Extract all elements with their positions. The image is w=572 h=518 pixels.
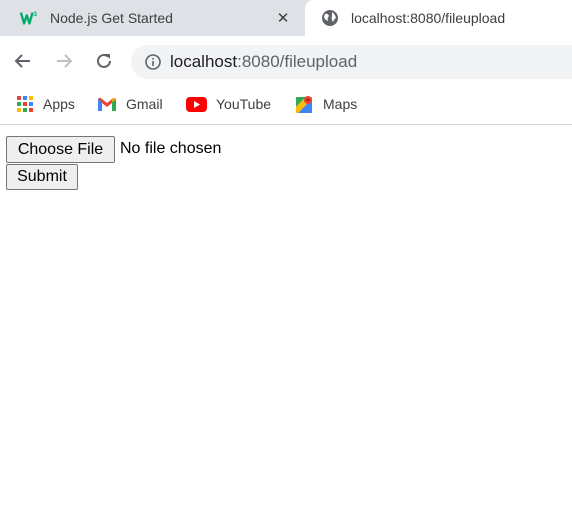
bookmark-label: Maps [323,96,358,112]
svg-text:3: 3 [34,11,38,18]
bookmark-label: Apps [43,96,75,112]
url-host: localhost [170,52,238,71]
file-status-text: No file chosen [120,140,222,157]
maps-icon [294,94,314,114]
tab-strip: 3 Node.js Get Started ✕ localhost:8080/f… [0,0,572,36]
tab-title: localhost:8080/fileupload [351,10,506,26]
tab-node-get-started[interactable]: 3 Node.js Get Started ✕ [0,0,305,36]
bookmark-label: YouTube [216,96,272,112]
w3schools-icon: 3 [20,9,38,27]
bookmark-label: Gmail [126,96,163,112]
bookmark-maps[interactable]: Maps [294,92,357,116]
address-bar[interactable]: localhost:8080/fileupload [131,45,572,79]
url-path: :8080/fileupload [237,52,358,71]
arrow-right-icon[interactable] [52,49,76,73]
tab-localhost-fileupload[interactable]: localhost:8080/fileupload [305,0,572,36]
apps-grid-icon [16,95,34,113]
bookmarks-bar: Apps Gmail YouTube Maps [0,86,572,125]
tab-title: Node.js Get Started [50,10,173,26]
gmail-icon [97,96,117,112]
url-text: localhost:8080/fileupload [170,52,357,72]
arrow-left-icon[interactable] [11,49,35,73]
bookmark-youtube[interactable]: YouTube [186,92,271,116]
reload-icon[interactable] [92,49,116,73]
globe-icon [321,9,339,27]
bookmark-gmail[interactable]: Gmail [97,92,163,116]
info-icon[interactable] [145,54,161,70]
choose-file-button[interactable]: Choose File [6,136,115,163]
page-content: Choose File No file chosen Submit [0,125,572,518]
submit-button[interactable]: Submit [6,164,78,190]
close-tab-icon[interactable]: ✕ [273,8,293,28]
youtube-icon [186,96,207,112]
bookmark-apps[interactable]: Apps [16,92,75,116]
